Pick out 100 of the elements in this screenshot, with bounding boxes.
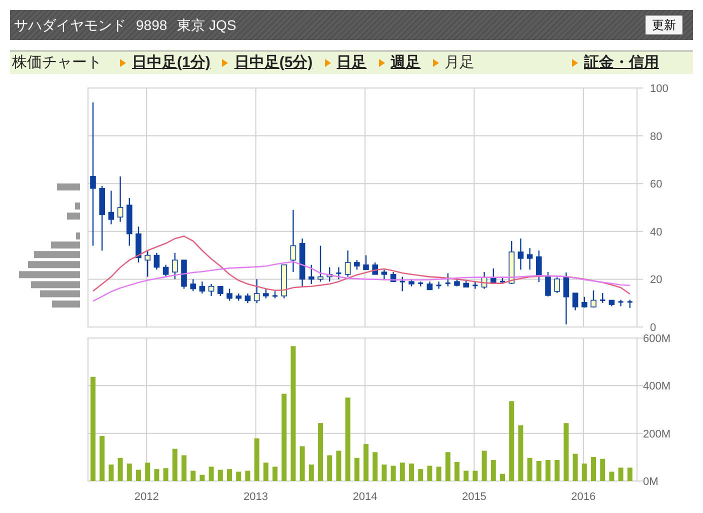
volume-bar [454, 462, 460, 481]
volume-bar [400, 462, 405, 481]
arrow-icon [222, 59, 228, 67]
volume-bar [108, 464, 114, 481]
candlestick [426, 282, 433, 290]
candlestick [318, 246, 324, 282]
volume-bar [182, 455, 186, 481]
candlestick [490, 268, 496, 284]
volume-bar [245, 470, 250, 481]
volume-bar [136, 470, 141, 481]
candlestick [354, 260, 360, 270]
candlestick [144, 250, 150, 277]
chart-period-tab[interactable]: 日足 [336, 52, 367, 74]
candlestick [436, 282, 442, 289]
candlestick [117, 176, 124, 222]
chart-period-tab[interactable]: 日中足(5分) [234, 52, 313, 74]
volume-bar [364, 444, 368, 481]
candlestick [299, 238, 306, 286]
candlestick [445, 273, 450, 286]
candlestick [536, 250, 542, 282]
company-name: サハダイヤモンド [14, 16, 126, 34]
volume-bar [200, 474, 205, 481]
axis-label: 2014 [352, 491, 378, 503]
volume-bar [145, 462, 150, 481]
volume-bar [263, 462, 268, 481]
axis-label: 0 [650, 322, 656, 333]
volume-bar [572, 454, 578, 481]
volume-bar [354, 458, 360, 481]
volume-bar [445, 452, 450, 481]
candlestick [454, 279, 460, 286]
candlestick [408, 279, 414, 286]
candlestick [572, 292, 578, 310]
volume-bar [490, 460, 496, 481]
candlestick [500, 276, 505, 284]
candlestick [254, 279, 260, 304]
volume-bar [190, 470, 196, 481]
candlestick [336, 267, 342, 280]
arrow-icon [572, 59, 578, 67]
volume-bar [527, 458, 532, 481]
axis-label: 2013 [244, 491, 268, 503]
axis-label: 400M [643, 380, 671, 393]
volume-bar [118, 458, 123, 481]
candlestick [108, 190, 114, 224]
candlestick [618, 300, 624, 306]
candlestick [199, 282, 206, 294]
chart-period-tab[interactable]: 週足 [390, 52, 421, 74]
chart-period-tab[interactable]: 日中足(1分) [132, 52, 210, 74]
volume-bar [536, 460, 542, 481]
chart-period-tab[interactable]: 月足 [444, 52, 475, 74]
candlestick [563, 272, 570, 324]
candlestick [463, 280, 469, 288]
volume-bar [254, 438, 260, 481]
volume-bar [600, 458, 606, 481]
volume-bar [409, 464, 414, 481]
section-label: 株価チャート [12, 52, 103, 73]
chart-period-tab[interactable]: 証金・信用 [584, 52, 659, 74]
candlestick [590, 290, 596, 308]
axis-label: 80 [650, 130, 662, 143]
candlestick [181, 260, 187, 289]
axis-label: 40 [650, 226, 662, 238]
volume-bar [327, 455, 332, 481]
candlestick [99, 186, 105, 251]
volume-bar [208, 466, 214, 481]
stock-code: 9898 [136, 16, 168, 34]
candlestick [608, 300, 615, 306]
axis-label: 60 [650, 178, 662, 191]
volume-bar [427, 466, 432, 481]
volume-bar [308, 464, 314, 481]
volume-bar [318, 423, 323, 481]
arrow-icon [378, 59, 385, 67]
volume-bar [482, 450, 487, 481]
candlestick [226, 288, 232, 301]
volume-bar [163, 468, 168, 481]
volume-bar [100, 436, 105, 481]
candlestick [263, 288, 269, 298]
candlestick [136, 226, 142, 262]
candlestick [154, 252, 160, 270]
candlestick [545, 272, 551, 296]
candlestick [290, 210, 296, 272]
axis-label: 2012 [134, 491, 159, 503]
candlestick [208, 284, 214, 296]
volume-bar [154, 469, 160, 481]
volume-bar [126, 464, 132, 481]
volume-bar [418, 469, 424, 481]
candlestick [627, 300, 632, 308]
volume-bar [300, 446, 305, 481]
refresh-button[interactable]: 更新 [645, 15, 683, 35]
candlestick [400, 276, 405, 292]
volume-bar [564, 423, 569, 481]
candlestick [172, 252, 178, 280]
arrow-icon [324, 59, 331, 67]
candlestick [582, 296, 588, 308]
candlestick [418, 282, 424, 286]
candlestick [236, 294, 242, 301]
axis-label: 2016 [571, 491, 596, 503]
arrow-icon [120, 59, 126, 67]
volume-bar [236, 472, 242, 481]
candlestick [526, 248, 533, 270]
volume-bar [172, 448, 178, 481]
candlestick [381, 270, 388, 280]
